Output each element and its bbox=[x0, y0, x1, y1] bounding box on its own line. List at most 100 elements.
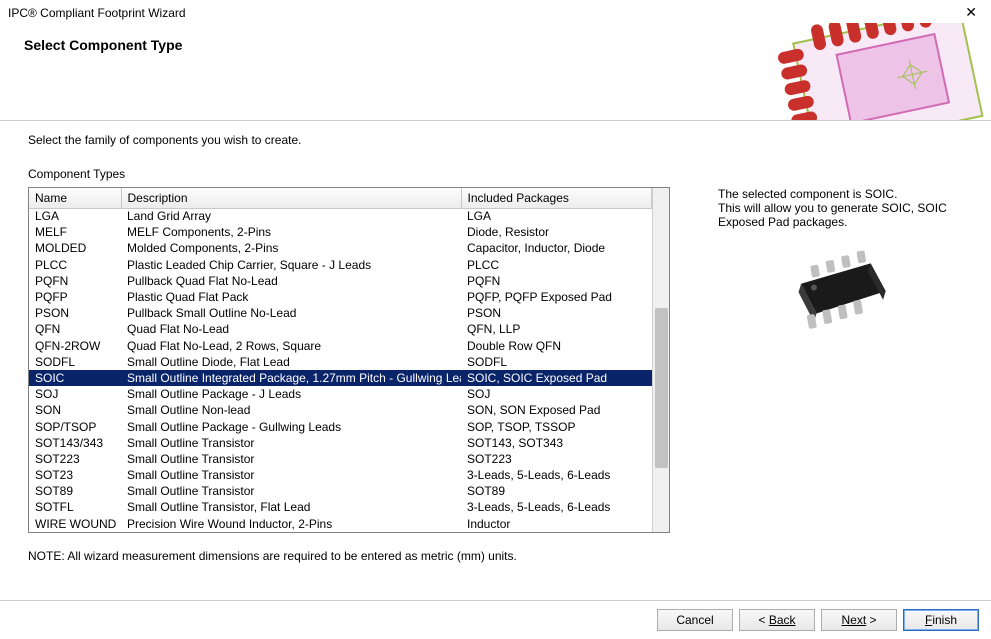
cell-name: SOT223 bbox=[29, 451, 121, 467]
cell-desc: Plastic Quad Flat Pack bbox=[121, 289, 461, 305]
section-label: Component Types bbox=[28, 167, 963, 181]
close-icon[interactable]: ✕ bbox=[959, 4, 983, 21]
cell-desc: Pullback Small Outline No-Lead bbox=[121, 305, 461, 321]
cell-pkg: SODFL bbox=[461, 354, 652, 370]
table-row[interactable]: SOJSmall Outline Package - J LeadsSOJ bbox=[29, 386, 652, 402]
cell-name: PQFN bbox=[29, 273, 121, 289]
note-text: NOTE: All wizard measurement dimensions … bbox=[28, 549, 963, 563]
table-row[interactable]: QFNQuad Flat No-LeadQFN, LLP bbox=[29, 321, 652, 337]
table-row[interactable]: MELFMELF Components, 2-PinsDiode, Resist… bbox=[29, 224, 652, 240]
cell-desc: Quad Flat No-Lead bbox=[121, 321, 461, 337]
wizard-footer: Cancel < Back Next > Finish bbox=[0, 600, 991, 639]
table-row[interactable]: SOT223Small Outline TransistorSOT223 bbox=[29, 451, 652, 467]
table-row[interactable]: SOP/TSOPSmall Outline Package - Gullwing… bbox=[29, 418, 652, 434]
cell-desc: Small Outline Package - Gullwing Leads bbox=[121, 418, 461, 434]
cell-desc: Small Outline Transistor bbox=[121, 483, 461, 499]
cell-name: SOJ bbox=[29, 386, 121, 402]
table-row[interactable]: SOTFLSmall Outline Transistor, Flat Lead… bbox=[29, 499, 652, 515]
table-row[interactable]: PQFPPlastic Quad Flat PackPQFP, PQFP Exp… bbox=[29, 289, 652, 305]
back-button[interactable]: < Back bbox=[739, 609, 815, 631]
cell-desc: Plastic Leaded Chip Carrier, Square - J … bbox=[121, 257, 461, 273]
cell-desc: Land Grid Array bbox=[121, 208, 461, 224]
table-row[interactable]: SOICSmall Outline Integrated Package, 1.… bbox=[29, 370, 652, 386]
cell-name: QFN bbox=[29, 321, 121, 337]
window-title: IPC® Compliant Footprint Wizard bbox=[8, 6, 186, 20]
cell-name: SOTFL bbox=[29, 499, 121, 515]
cell-pkg: 3-Leads, 5-Leads, 6-Leads bbox=[461, 467, 652, 483]
finish-button[interactable]: Finish bbox=[903, 609, 979, 631]
table-row[interactable]: MOLDEDMolded Components, 2-PinsCapacitor… bbox=[29, 240, 652, 256]
cell-name: PLCC bbox=[29, 257, 121, 273]
table-row[interactable]: SOT23Small Outline Transistor3-Leads, 5-… bbox=[29, 467, 652, 483]
cell-name: SOT143/343 bbox=[29, 435, 121, 451]
cell-name: PSON bbox=[29, 305, 121, 321]
cell-pkg: SOIC, SOIC Exposed Pad bbox=[461, 370, 652, 386]
cell-pkg: SOJ bbox=[461, 386, 652, 402]
scrollbar-thumb[interactable] bbox=[655, 308, 668, 468]
cell-name: PQFP bbox=[29, 289, 121, 305]
col-name[interactable]: Name bbox=[29, 188, 121, 208]
cell-pkg: SOT223 bbox=[461, 451, 652, 467]
col-description[interactable]: Description bbox=[121, 188, 461, 208]
cell-name: SOT89 bbox=[29, 483, 121, 499]
table-row[interactable]: WIRE WOUNDPrecision Wire Wound Inductor,… bbox=[29, 516, 652, 532]
next-button[interactable]: Next > bbox=[821, 609, 897, 631]
cell-name: QFN-2ROW bbox=[29, 338, 121, 354]
table-header-row: Name Description Included Packages bbox=[29, 188, 652, 208]
table-row[interactable]: PLCCPlastic Leaded Chip Carrier, Square … bbox=[29, 257, 652, 273]
cell-desc: Small Outline Integrated Package, 1.27mm… bbox=[121, 370, 461, 386]
table-row[interactable]: SODFLSmall Outline Diode, Flat LeadSODFL bbox=[29, 354, 652, 370]
table-row[interactable]: PSONPullback Small Outline No-LeadPSON bbox=[29, 305, 652, 321]
wizard-header: Select Component Type bbox=[0, 23, 991, 121]
cell-name: MOLDED bbox=[29, 240, 121, 256]
cell-desc: Pullback Quad Flat No-Lead bbox=[121, 273, 461, 289]
cell-pkg: QFN, LLP bbox=[461, 321, 652, 337]
cell-name: SON bbox=[29, 402, 121, 418]
cell-pkg: SOT89 bbox=[461, 483, 652, 499]
cell-name: SOIC bbox=[29, 370, 121, 386]
cell-desc: Small Outline Transistor bbox=[121, 435, 461, 451]
table-row[interactable]: LGALand Grid ArrayLGA bbox=[29, 208, 652, 224]
cell-name: MELF bbox=[29, 224, 121, 240]
instruction-text: Select the family of components you wish… bbox=[28, 133, 963, 147]
cell-pkg: Double Row QFN bbox=[461, 338, 652, 354]
cell-name: SOP/TSOP bbox=[29, 418, 121, 434]
component-preview-image bbox=[776, 247, 906, 347]
cell-pkg: Inductor bbox=[461, 516, 652, 532]
cell-desc: Molded Components, 2-Pins bbox=[121, 240, 461, 256]
table-row[interactable]: SOT89Small Outline TransistorSOT89 bbox=[29, 483, 652, 499]
cell-pkg: PLCC bbox=[461, 257, 652, 273]
cell-pkg: SOP, TSOP, TSSOP bbox=[461, 418, 652, 434]
cell-desc: Small Outline Transistor bbox=[121, 451, 461, 467]
cell-desc: Precision Wire Wound Inductor, 2-Pins bbox=[121, 516, 461, 532]
table-row[interactable]: QFN-2ROWQuad Flat No-Lead, 2 Rows, Squar… bbox=[29, 338, 652, 354]
cancel-button[interactable]: Cancel bbox=[657, 609, 733, 631]
cell-pkg: SOT143, SOT343 bbox=[461, 435, 652, 451]
component-types-table: Name Description Included Packages LGALa… bbox=[28, 187, 670, 533]
table-row[interactable]: PQFNPullback Quad Flat No-LeadPQFN bbox=[29, 273, 652, 289]
table-row[interactable]: SONSmall Outline Non-leadSON, SON Expose… bbox=[29, 402, 652, 418]
cell-pkg: Diode, Resistor bbox=[461, 224, 652, 240]
cell-name: WIRE WOUND bbox=[29, 516, 121, 532]
cell-desc: Small Outline Transistor, Flat Lead bbox=[121, 499, 461, 515]
cell-desc: MELF Components, 2-Pins bbox=[121, 224, 461, 240]
col-packages[interactable]: Included Packages bbox=[461, 188, 652, 208]
cell-pkg: SON, SON Exposed Pad bbox=[461, 402, 652, 418]
preview-panel: The selected component is SOIC. This wil… bbox=[718, 187, 963, 533]
cell-desc: Small Outline Non-lead bbox=[121, 402, 461, 418]
cell-desc: Small Outline Package - J Leads bbox=[121, 386, 461, 402]
cell-name: LGA bbox=[29, 208, 121, 224]
cell-desc: Quad Flat No-Lead, 2 Rows, Square bbox=[121, 338, 461, 354]
cell-desc: Small Outline Diode, Flat Lead bbox=[121, 354, 461, 370]
cell-pkg: Capacitor, Inductor, Diode bbox=[461, 240, 652, 256]
selection-summary-line2: This will allow you to generate SOIC, SO… bbox=[718, 201, 963, 229]
table-row[interactable]: SOT143/343Small Outline TransistorSOT143… bbox=[29, 435, 652, 451]
cell-desc: Small Outline Transistor bbox=[121, 467, 461, 483]
cell-name: SODFL bbox=[29, 354, 121, 370]
cell-pkg: PQFP, PQFP Exposed Pad bbox=[461, 289, 652, 305]
cell-name: SOT23 bbox=[29, 467, 121, 483]
table-scrollbar[interactable] bbox=[652, 188, 669, 532]
cell-pkg: PQFN bbox=[461, 273, 652, 289]
window-titlebar: IPC® Compliant Footprint Wizard ✕ bbox=[0, 0, 991, 23]
cell-pkg: 3-Leads, 5-Leads, 6-Leads bbox=[461, 499, 652, 515]
